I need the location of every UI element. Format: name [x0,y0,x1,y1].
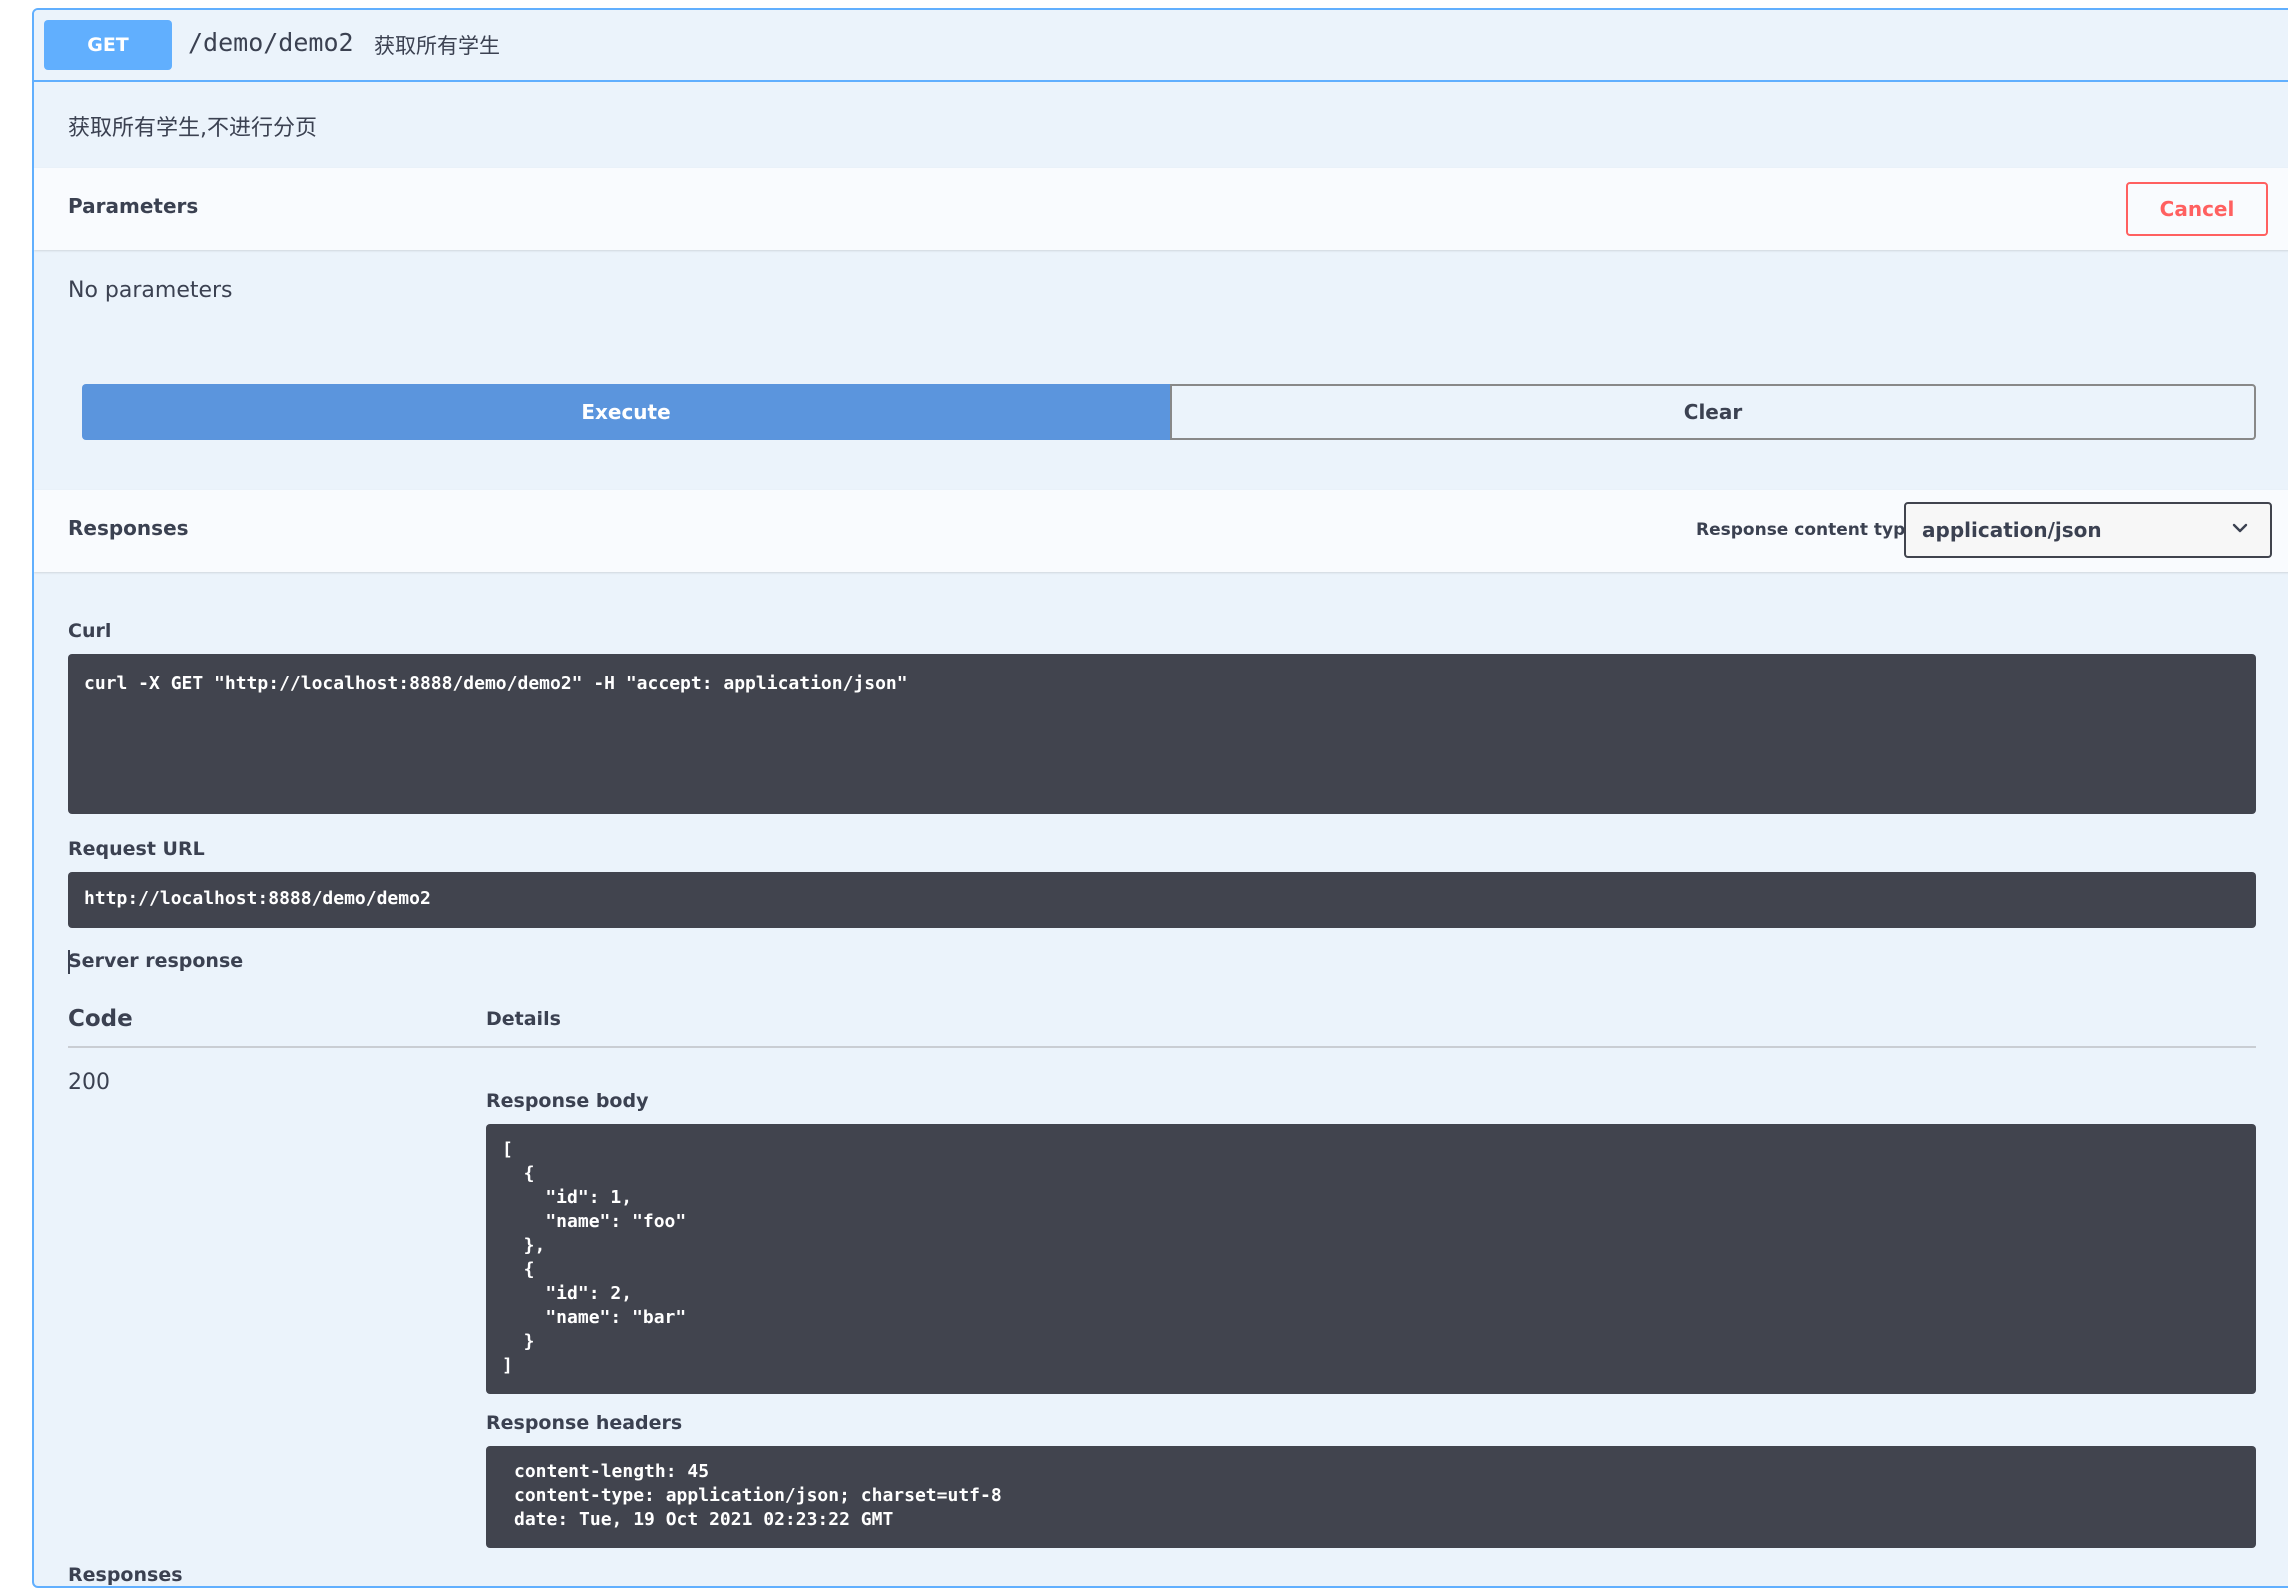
response-content-type-label: Response content type [1696,520,1917,540]
code-column-header: Code [68,1006,133,1032]
response-body: [ { "id": 1, "name": "foo" }, { "id": 2,… [502,1139,687,1376]
request-url-label: Request URL [68,838,205,860]
table-header-divider [68,1046,2256,1048]
response-headers-label: Response headers [486,1412,683,1434]
curl-label: Curl [68,620,112,642]
response-headers: content-length: 45 content-type: applica… [514,1461,1002,1530]
operation-block: GET /demo/demo2 获取所有学生 获取所有学生,不进行分页 Para… [32,8,2288,1588]
parameters-title: Parameters [68,194,199,218]
response-headers-box[interactable]: content-length: 45 content-type: applica… [486,1446,2256,1548]
cancel-button[interactable]: Cancel [2126,182,2268,236]
execute-button[interactable]: Execute [82,384,1170,440]
response-status-code: 200 [68,1070,110,1095]
chevron-down-icon [2232,523,2248,533]
details-column-header: Details [486,1008,561,1030]
server-response-label: Server response [68,950,244,972]
responses-title: Responses [68,516,189,540]
curl-command-box[interactable]: curl -X GET "http://localhost:8888/demo/… [68,654,2256,814]
no-parameters-text: No parameters [68,278,233,303]
curl-command: curl -X GET "http://localhost:8888/demo/… [84,673,908,694]
request-url-box[interactable]: http://localhost:8888/demo/demo2 [68,872,2256,928]
response-content-type-select[interactable]: application/json [1904,502,2272,558]
parameters-header: Parameters Cancel [34,168,2288,250]
operation-summary[interactable]: GET /demo/demo2 获取所有学生 [34,10,2288,82]
responses-footer-label: Responses [68,1564,183,1586]
responses-header: Responses Response content type applicat… [34,490,2288,572]
operation-path: /demo/demo2 [188,28,354,57]
response-body-box[interactable]: [ { "id": 1, "name": "foo" }, { "id": 2,… [486,1124,2256,1394]
response-content-type-value: application/json [1922,518,2102,542]
request-url-value: http://localhost:8888/demo/demo2 [84,888,431,909]
text-cursor [68,950,70,974]
clear-button[interactable]: Clear [1170,384,2256,440]
operation-description: 获取所有学生,不进行分页 [68,116,317,141]
response-body-label: Response body [486,1090,649,1112]
method-badge: GET [44,20,172,70]
operation-summary-text: 获取所有学生 [374,34,500,58]
